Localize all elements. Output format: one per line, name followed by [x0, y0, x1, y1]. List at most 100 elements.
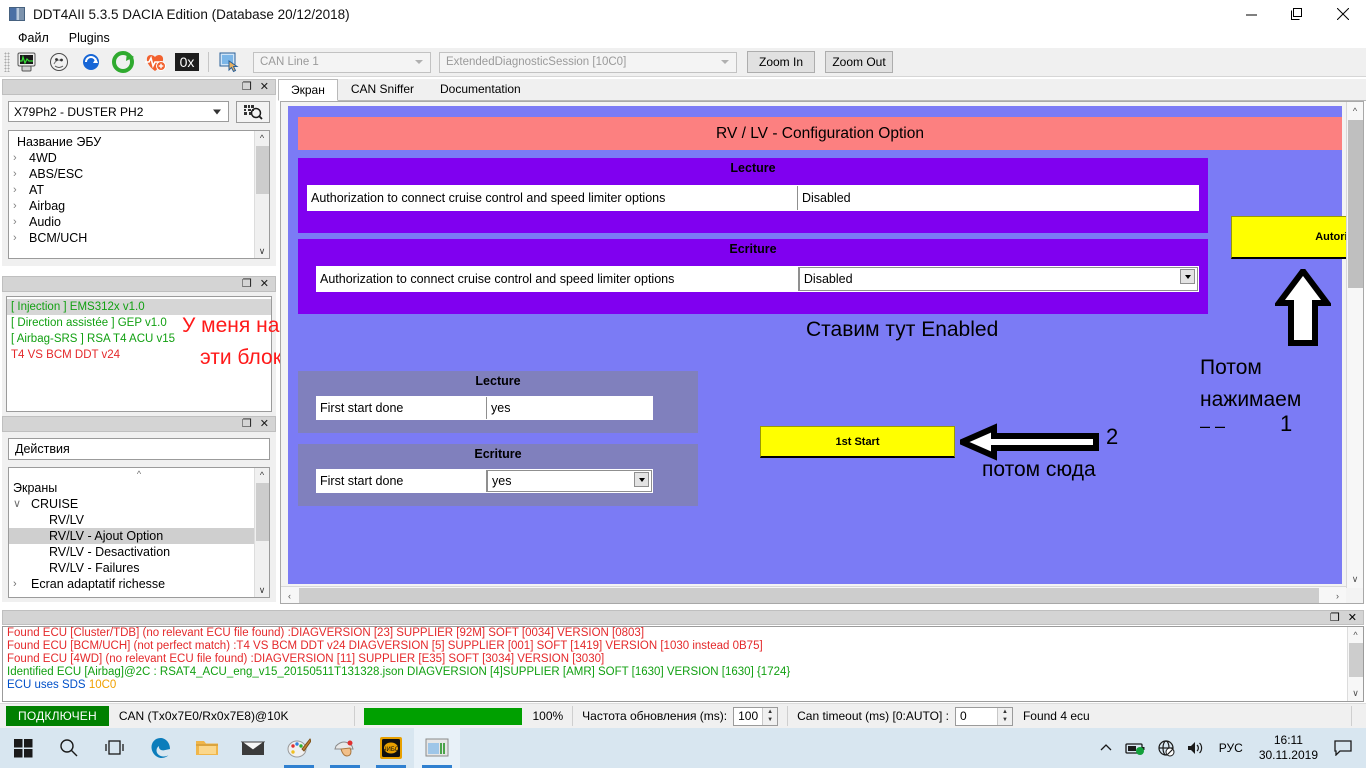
- close-icon[interactable]: ✕: [260, 81, 269, 93]
- refresh-rate-value[interactable]: 100: [734, 709, 762, 723]
- scrollbar-thumb[interactable]: [256, 146, 269, 194]
- screen-vertical-scrollbar[interactable]: ^ ∨: [1346, 102, 1363, 588]
- screen-horizontal-scrollbar[interactable]: ‹ ›: [281, 586, 1346, 603]
- menu-file[interactable]: Файл: [8, 31, 59, 45]
- tree-item-ecran-adaptatif-richesse[interactable]: › Ecran adaptatif richesse: [9, 576, 269, 592]
- ecu-list-item[interactable]: › BCM/UCH: [13, 230, 269, 246]
- show-hidden-icons-icon[interactable]: [1091, 728, 1121, 768]
- autorisation-button[interactable]: Autorisation: [1231, 216, 1363, 259]
- ecu-list-item[interactable]: › Airbag: [13, 198, 269, 214]
- tree-item-rvlv-failures[interactable]: RV/LV - Failures: [9, 560, 269, 576]
- tab-can-sniffer[interactable]: CAN Sniffer: [338, 78, 427, 100]
- menu-plugins[interactable]: Plugins: [59, 31, 120, 45]
- found-ecu-item[interactable]: [ Injection ] EMS312x v1.0: [7, 299, 271, 315]
- refresh-green-icon[interactable]: [108, 50, 138, 75]
- file-explorer-icon[interactable]: [184, 728, 230, 768]
- tab-ekran[interactable]: Экран: [278, 79, 338, 101]
- mouse-tool-icon[interactable]: [322, 728, 368, 768]
- start-icon[interactable]: [0, 728, 46, 768]
- mail-icon[interactable]: [230, 728, 276, 768]
- notifications-icon[interactable]: [1326, 728, 1360, 768]
- scroll-up-icon[interactable]: ^: [260, 131, 264, 145]
- refresh-blue-icon[interactable]: [76, 50, 106, 75]
- can-timeout-value[interactable]: 0: [956, 709, 997, 723]
- toolbar-grip[interactable]: [4, 52, 10, 72]
- network-icon[interactable]: [1151, 728, 1181, 768]
- float-icon[interactable]: ❐: [242, 81, 252, 93]
- tree-item-rvlv[interactable]: RV/LV: [9, 512, 269, 528]
- first-start-write-dropdown[interactable]: yes: [487, 470, 652, 492]
- actions-tree-scrollbar[interactable]: ^ ∨: [254, 468, 269, 597]
- scroll-right-icon[interactable]: ›: [1329, 587, 1346, 603]
- maximize-button[interactable]: [1274, 0, 1320, 28]
- scrollbar-thumb[interactable]: [1348, 120, 1363, 288]
- tree-item-rvlv-desactivation[interactable]: RV/LV - Desactivation: [9, 544, 269, 560]
- log-scrollbar[interactable]: ^ ∨: [1347, 627, 1363, 701]
- tab-documentation[interactable]: Documentation: [427, 78, 534, 100]
- search-icon[interactable]: [46, 728, 92, 768]
- volume-icon[interactable]: [1181, 728, 1211, 768]
- log-panel[interactable]: Found ECU [Cluster/TDB] (no relevant ECU…: [2, 626, 1364, 702]
- scroll-left-icon[interactable]: ‹: [281, 587, 298, 603]
- ecu-list-scrollbar[interactable]: ^ ∨: [254, 131, 269, 258]
- task-view-icon[interactable]: [92, 728, 138, 768]
- scroll-down-icon[interactable]: ∨: [259, 244, 266, 258]
- stepper-up-icon[interactable]: ▲: [998, 708, 1012, 717]
- ecu-list-item[interactable]: › 4WD: [13, 150, 269, 166]
- stepper-buttons[interactable]: ▲ ▼: [996, 707, 1012, 725]
- ecu-list-item[interactable]: › Audio: [13, 214, 269, 230]
- heartbeat-icon[interactable]: [140, 50, 170, 75]
- scrollbar-thumb[interactable]: [299, 588, 1319, 603]
- float-icon[interactable]: ❐: [242, 278, 252, 290]
- scope-icon[interactable]: [12, 50, 42, 75]
- ecu-list-item[interactable]: › ABS/ESC: [13, 166, 269, 182]
- chevron-down-icon[interactable]: ∨: [13, 496, 31, 512]
- close-icon[interactable]: ✕: [1348, 611, 1357, 624]
- hex-icon[interactable]: 0x: [172, 50, 202, 75]
- actions-tree[interactable]: ^ Экраны ∨ CRUISE RV/LV RV/LV - Ajout Op…: [8, 467, 270, 598]
- ecu-list-item[interactable]: › AT: [13, 182, 269, 198]
- session-dropdown[interactable]: ExtendedDiagnosticSession [10C0]: [439, 51, 737, 73]
- battery-icon[interactable]: [1121, 728, 1151, 768]
- chevron-right-icon[interactable]: ›: [13, 576, 31, 592]
- stepper-buttons[interactable]: ▲ ▼: [762, 707, 778, 725]
- clock[interactable]: 16:11 30.11.2019: [1251, 733, 1326, 763]
- scroll-up-icon[interactable]: ^: [1347, 102, 1363, 119]
- scroll-down-icon[interactable]: ∨: [1348, 686, 1363, 701]
- language-indicator[interactable]: РУС: [1219, 741, 1243, 755]
- screen-click-icon[interactable]: [215, 50, 245, 75]
- close-icon[interactable]: ✕: [260, 418, 269, 430]
- scroll-up-icon[interactable]: ^: [1348, 627, 1363, 642]
- vin-scan-icon[interactable]: [236, 101, 270, 123]
- close-button[interactable]: [1320, 0, 1366, 28]
- ddt4all-icon[interactable]: ЧИБО: [368, 728, 414, 768]
- tree-item-rvlv-ajout-option[interactable]: RV/LV - Ajout Option: [9, 528, 269, 544]
- zoom-in-button[interactable]: Zoom In: [747, 51, 815, 73]
- float-icon[interactable]: ❐: [1330, 611, 1340, 624]
- first-start-button[interactable]: 1st Start: [760, 426, 955, 458]
- scrollbar-thumb[interactable]: [1349, 643, 1363, 677]
- edge-icon[interactable]: [138, 728, 184, 768]
- stepper-down-icon[interactable]: ▼: [763, 716, 777, 725]
- tree-item-screens[interactable]: Экраны: [9, 480, 269, 496]
- app-window-icon[interactable]: [414, 728, 460, 768]
- scrollbar-thumb[interactable]: [256, 483, 269, 541]
- can-line-dropdown[interactable]: CAN Line 1: [253, 51, 431, 73]
- scroll-up-icon[interactable]: ^: [260, 468, 264, 482]
- vehicle-dropdown[interactable]: X79Ph2 - DUSTER PH2: [8, 101, 229, 122]
- stepper-up-icon[interactable]: ▲: [763, 708, 777, 717]
- float-icon[interactable]: ❐: [242, 418, 252, 430]
- minimize-button[interactable]: [1228, 0, 1274, 28]
- actions-search-input[interactable]: Действия: [8, 438, 270, 460]
- ecu-icon[interactable]: [44, 50, 74, 75]
- chevron-down-icon[interactable]: [634, 472, 649, 487]
- stepper-down-icon[interactable]: ▼: [998, 716, 1012, 725]
- refresh-rate-stepper[interactable]: 100 ▲ ▼: [733, 706, 779, 726]
- tree-item-cruise[interactable]: ∨ CRUISE: [9, 496, 269, 512]
- can-timeout-stepper[interactable]: 0 ▲ ▼: [954, 706, 1013, 726]
- auth-write-dropdown[interactable]: Disabled: [798, 267, 1198, 291]
- zoom-out-button[interactable]: Zoom Out: [825, 51, 893, 73]
- chevron-down-icon[interactable]: [1180, 269, 1195, 284]
- close-icon[interactable]: ✕: [260, 278, 269, 290]
- ecu-list[interactable]: Название ЭБУ › 4WD › ABS/ESC › AT › Airbag ›…: [8, 130, 270, 259]
